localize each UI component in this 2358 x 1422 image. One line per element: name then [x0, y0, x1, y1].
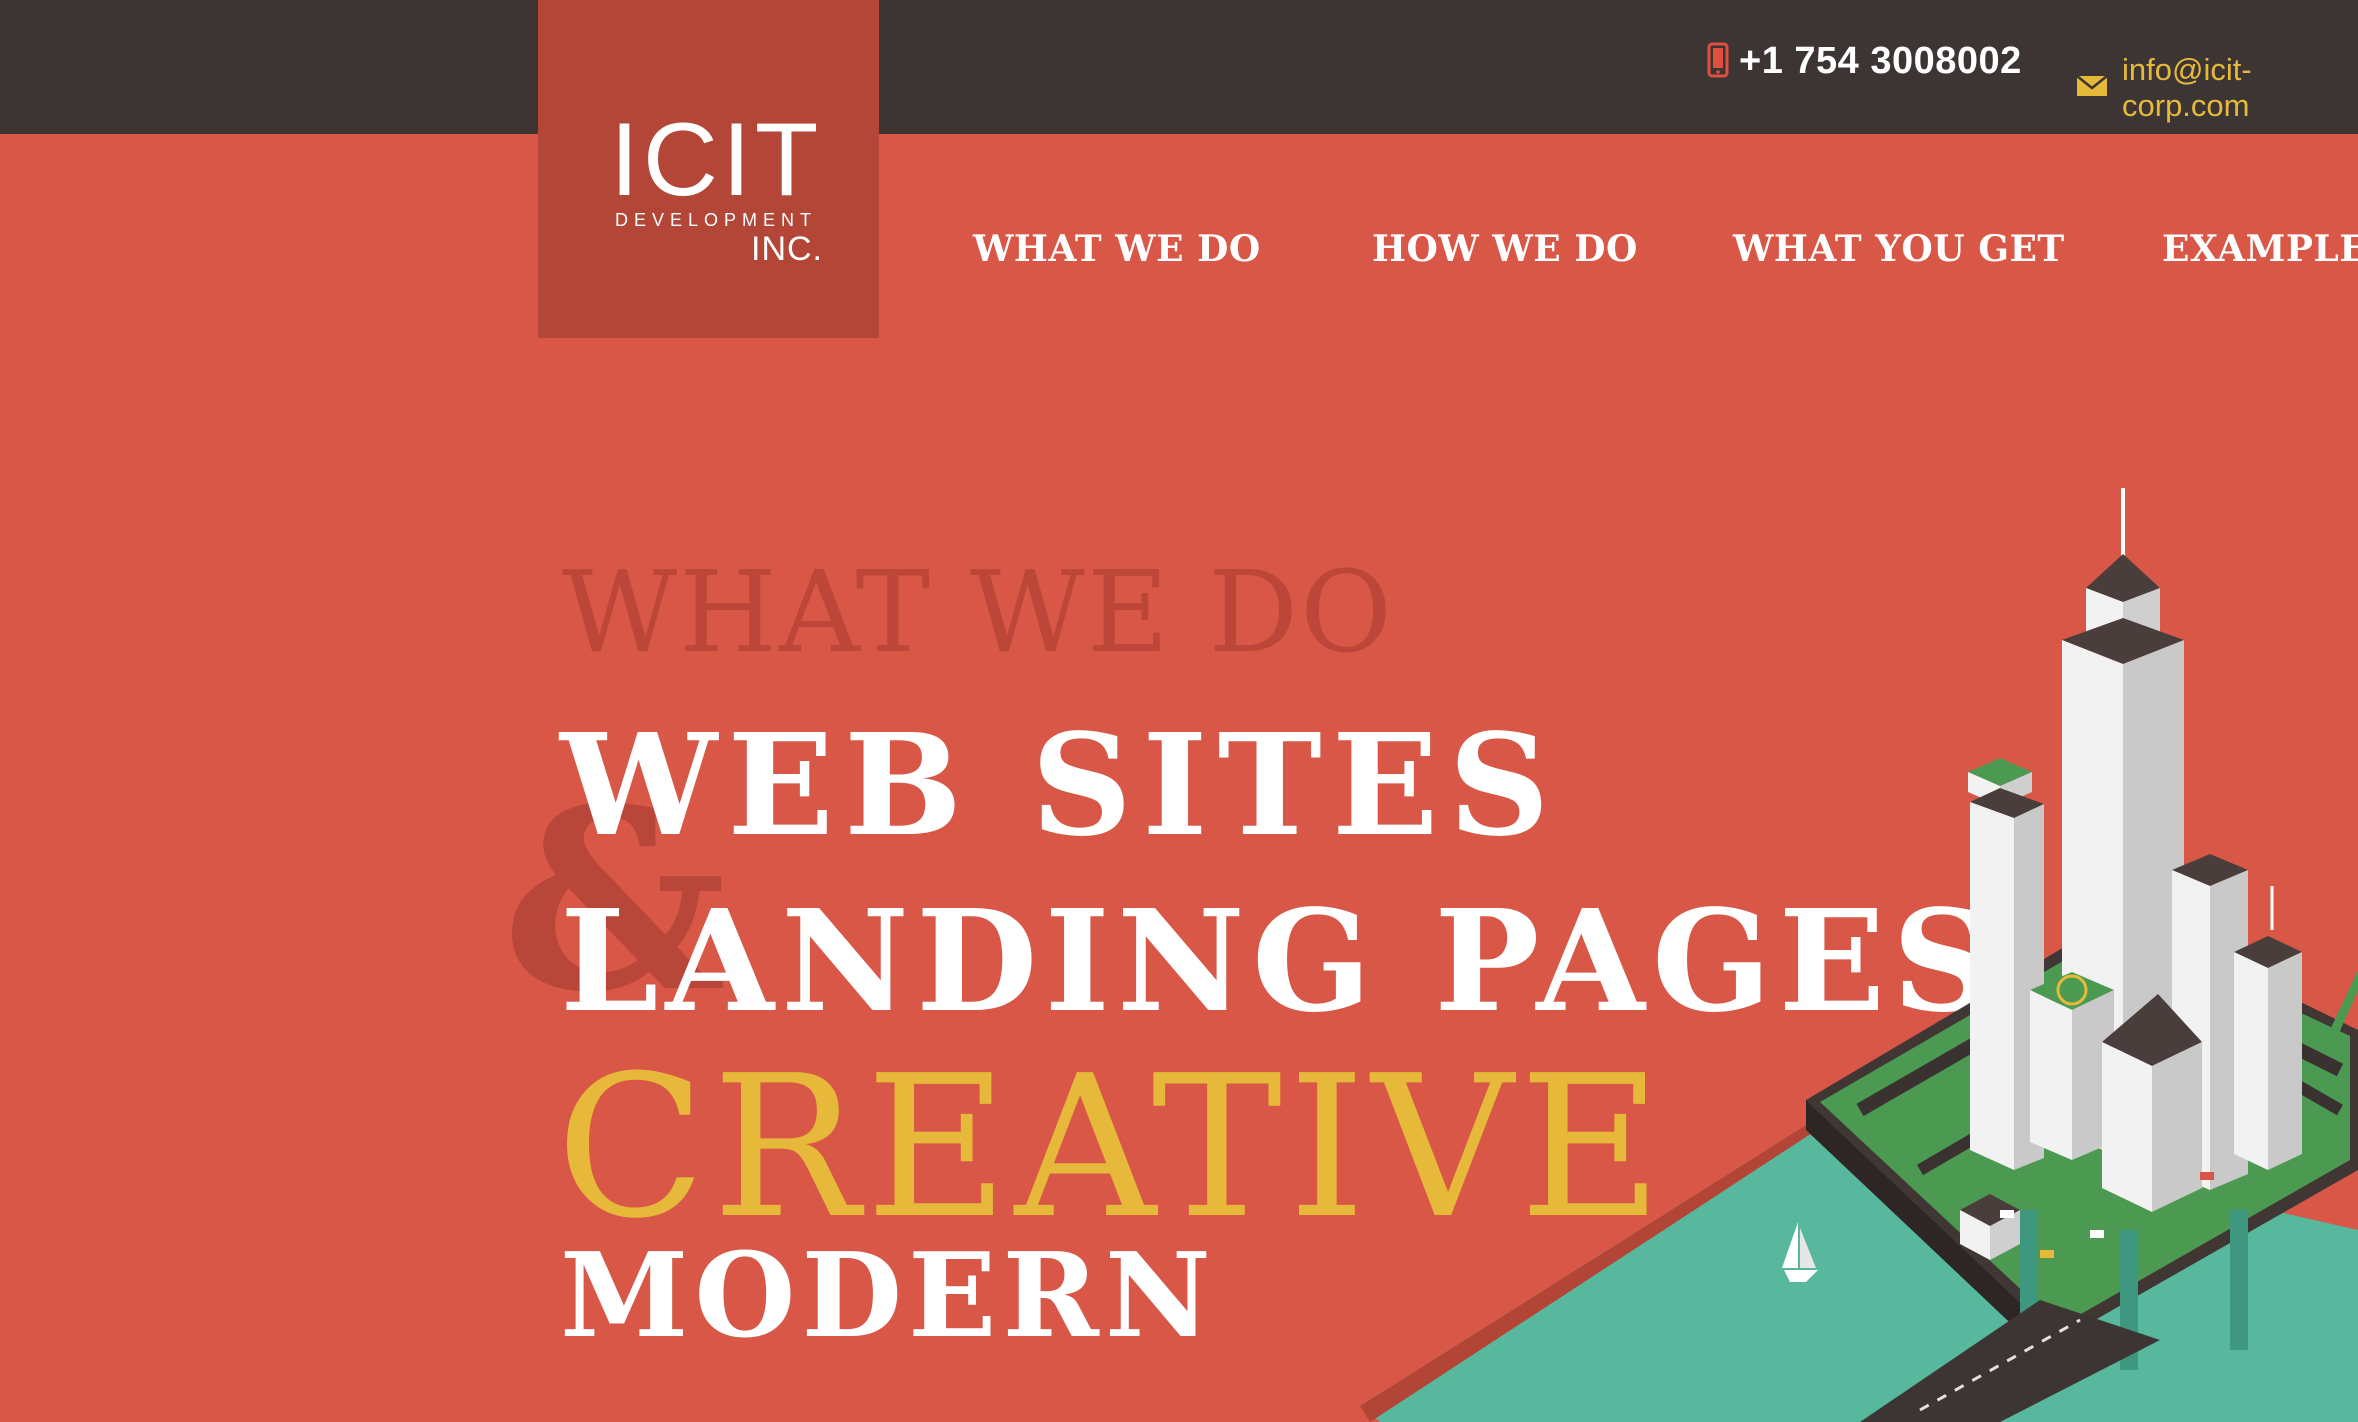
- contact-email[interactable]: info@icit-corp.com: [2076, 52, 2358, 124]
- hero-eyebrow: WHAT WE DO: [562, 548, 1394, 678]
- nav-item-what-we-do[interactable]: WHAT WE DO: [973, 228, 1261, 270]
- email-address[interactable]: info@icit-corp.com: [2122, 52, 2358, 124]
- contact-phone[interactable]: +1 754 3008002: [1707, 40, 2022, 83]
- mobile-phone-icon: [1707, 42, 1729, 82]
- top-bar: +1 754 3008002 info@icit-corp.com: [0, 0, 2358, 134]
- main-nav: WHAT WE DO HOW WE DO WHAT YOU GET EXAMPL…: [0, 228, 2358, 278]
- isometric-city-illustration: [1360, 488, 2358, 1422]
- logo[interactable]: ICIT DEVELOPMENT INC.: [538, 0, 879, 338]
- nav-item-how-we-do[interactable]: HOW WE DO: [1372, 228, 1638, 270]
- nav-item-examples[interactable]: EXAMPLES: [2162, 228, 2358, 270]
- logo-title: ICIT: [610, 102, 823, 218]
- hero-line-modern: MODERN: [560, 1228, 1217, 1364]
- nav-item-what-you-get[interactable]: WHAT YOU GET: [1733, 228, 2065, 270]
- envelope-icon: [2076, 75, 2108, 101]
- phone-number[interactable]: +1 754 3008002: [1739, 40, 2022, 83]
